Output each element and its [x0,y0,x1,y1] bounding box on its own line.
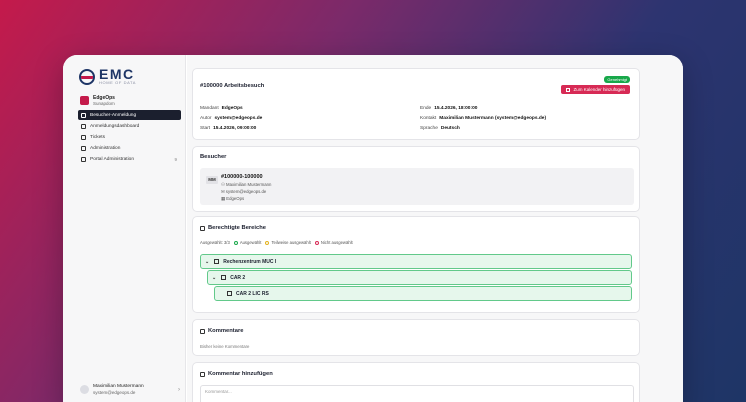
user-menu[interactable]: Maximilian Mustermann system@edgeops.de … [80,384,180,395]
add-comment-card: Kommentar hinzufügen Kommentar... [192,362,640,402]
visitor-company: ▦ EdgeOps [221,196,245,201]
tenant-icon [80,96,89,105]
visitor-id: #100000-100000 [221,174,263,180]
logo: EMC HOME OF DATA [79,66,137,85]
sidebar: EMC HOME OF DATA EdgeOps Sunapdom Besuch… [63,55,186,402]
sidebar-item-label: Tickets [90,134,106,140]
areas-legend: Ausgewählt: 3/3 Ausgewählt Teilweise aus… [200,240,357,245]
grid-icon [227,291,232,296]
visitors-title: Besucher [200,154,227,160]
sidebar-item-administration[interactable]: Administration [78,143,181,153]
comments-card: Kommentare Bisher keine Kommentare [192,319,640,356]
tree-node-car2-lic-rs[interactable]: CAR 2 LIC RS [214,286,632,301]
comment-icon [200,371,205,377]
brand-subtitle: HOME OF DATA [99,80,137,85]
monitor-icon [81,156,86,162]
visit-title: #100000 Arbeitsbesuch [200,83,265,89]
field-mandant: Mandant EdgeOps [200,106,243,111]
app-window: EMC HOME OF DATA EdgeOps Sunapdom Besuch… [63,55,683,402]
comment-input[interactable]: Kommentar... [200,385,634,402]
avatar [80,385,89,394]
areas-card: Berechtigte Bereiche Ausgewählt: 3/3 Aus… [192,216,640,313]
comments-title: Kommentare [200,328,243,334]
field-start: Start 15.4.2026, 09:00:00 [200,126,257,131]
comments-empty: Bisher keine Kommentare [200,344,250,349]
field-kontakt: Kontakt Maximilian Mustermann (system@edg… [420,116,547,121]
main-content: #100000 Arbeitsbesuch Genehmigt Zum Kale… [187,55,683,402]
brand-title: EMC [99,66,135,82]
add-to-calendar-label: Zum Kalender hinzufügen [573,87,625,92]
building-icon [221,275,227,280]
tree-node-car2[interactable]: ⌄ CAR 2 [207,270,632,285]
sidebar-item-besucher-anmeldung[interactable]: Besucher-Anmeldung [78,110,181,120]
visit-details-card: #100000 Arbeitsbesuch Genehmigt Zum Kale… [192,68,640,140]
field-sprache: Sprache Deutsch [420,126,460,131]
areas-title: Berechtigte Bereiche [200,225,266,231]
tenant-sub: Sunapdom [93,101,115,106]
dashboard-icon [81,123,86,129]
sidebar-item-anmeldungsdashboard[interactable]: Anmeldungsdashboard [78,121,181,131]
field-ende: Ende 15.4.2026, 18:00:00 [420,106,478,111]
add-comment-title: Kommentar hinzufügen [200,371,273,377]
chevron-down-icon[interactable]: ⌄ [205,259,209,265]
tenant-switcher[interactable]: EdgeOps Sunapdom [80,95,115,106]
building-icon [200,225,205,231]
visitor-name: ⚇ Maximilian Mustermann [221,182,272,187]
user-plus-icon [81,112,86,118]
nav-badge: 9 [174,156,177,162]
calendar-icon [566,87,571,92]
add-to-calendar-button[interactable]: Zum Kalender hinzufügen [561,85,630,94]
visitor-item[interactable]: MM #100000-100000 ⚇ Maximilian Musterman… [200,168,634,205]
user-email: system@edgeops.de [93,390,136,395]
legend-selected-count: Ausgewählt: 3/3 [200,240,230,245]
visitor-avatar: MM [206,176,218,184]
sidebar-item-label: Administration [90,145,121,151]
tree-node-rechenzentrum[interactable]: ⌄ Rechenzentrum MUC I [200,254,632,269]
settings-icon [81,145,86,151]
sidebar-item-tickets[interactable]: Tickets [78,132,181,142]
visitors-card: Besucher MM #100000-100000 ⚇ Maximilian … [192,146,640,212]
visitor-email: ✉ system@edgeops.de [221,189,267,194]
building-icon [214,259,220,264]
sidebar-item-label: Portal Administration [90,156,134,162]
chevron-updown-icon: › [178,386,180,393]
legend-partial: Teilweise ausgewählt [265,240,311,245]
status-badge: Genehmigt [604,76,630,83]
field-autor: Autor system@edgeops.de [200,116,263,121]
sidebar-item-label: Besucher-Anmeldung [90,112,137,118]
sidebar-item-portal-administration[interactable]: Portal Administration 9 [78,154,181,164]
ticket-icon [81,134,86,140]
legend-chosen: Ausgewählt [233,240,261,245]
sidebar-nav: Besucher-Anmeldung Anmeldungsdashboard T… [78,110,181,165]
sidebar-item-label: Anmeldungsdashboard [90,123,140,129]
chevron-down-icon[interactable]: ⌄ [212,275,216,281]
legend-none: Nicht ausgewählt [314,240,353,245]
comment-icon [200,328,205,334]
logo-icon [79,68,95,85]
